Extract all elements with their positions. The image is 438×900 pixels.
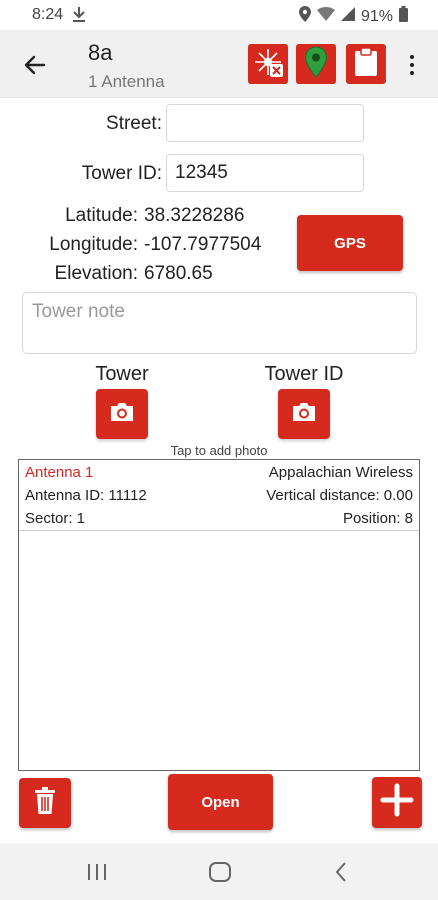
map-pin-button[interactable]	[296, 44, 336, 84]
antenna-sector: Sector: 1	[25, 510, 86, 527]
page-subtitle: 1 Antenna	[88, 72, 165, 91]
battery-percent: 91%	[360, 7, 393, 25]
antenna-name: Antenna 1	[25, 464, 94, 481]
map-pin-icon	[304, 45, 328, 83]
system-nav-bar	[0, 843, 438, 900]
status-time: 8:24	[32, 6, 64, 23]
download-icon	[72, 6, 86, 27]
tower-photo-label: Tower	[95, 363, 149, 385]
tower-id-photo-button[interactable]	[278, 389, 330, 439]
recent-apps-icon[interactable]	[86, 862, 108, 887]
status-bar: 8:24 91%	[0, 0, 438, 30]
open-button[interactable]: Open	[168, 774, 273, 830]
gps-button[interactable]: GPS	[297, 215, 403, 271]
laser-off-button[interactable]	[248, 44, 288, 84]
battery-icon	[399, 6, 408, 27]
tap-to-add-photo-hint: Tap to add photo	[170, 443, 268, 458]
camera-icon	[291, 401, 317, 428]
clipboard-button[interactable]	[346, 44, 386, 84]
antenna-position: Position: 8	[342, 510, 413, 527]
longitude-label: Longitude:	[49, 234, 138, 255]
plus-icon	[380, 783, 414, 822]
home-icon[interactable]	[208, 861, 232, 888]
tower-photo-button[interactable]	[96, 389, 148, 439]
location-icon	[298, 6, 311, 27]
longitude-value: -107.7977504	[144, 234, 262, 255]
signal-icon	[340, 7, 355, 26]
add-antenna-button[interactable]	[372, 777, 422, 828]
tower-id-label: Tower ID:	[81, 163, 162, 184]
list-item[interactable]: Antenna 1 Appalachian Wireless Antenna I…	[19, 460, 419, 531]
latitude-label: Latitude:	[65, 205, 138, 226]
page-title: 8a	[88, 40, 113, 65]
elevation-label: Elevation:	[54, 263, 138, 284]
app-bar: 8a 1 Antenna	[0, 30, 438, 98]
elevation-value: 6780.65	[144, 263, 213, 284]
antenna-id: Antenna ID: 11112	[25, 487, 147, 504]
latitude-value: 38.3228286	[144, 205, 245, 226]
trash-icon	[34, 786, 56, 820]
system-back-icon[interactable]	[334, 861, 348, 888]
clipboard-icon	[353, 46, 379, 82]
overflow-menu-icon[interactable]	[402, 50, 422, 80]
antenna-list: Antenna 1 Appalachian Wireless Antenna I…	[18, 459, 420, 771]
back-arrow-icon[interactable]	[20, 50, 50, 80]
antenna-carrier: Appalachian Wireless	[268, 464, 413, 481]
street-label: Street:	[106, 113, 162, 134]
street-input[interactable]	[166, 104, 364, 142]
delete-button[interactable]	[19, 778, 71, 828]
tower-id-photo-label: Tower ID	[264, 363, 344, 385]
antenna-vertical-distance: Vertical distance: 0.00	[266, 487, 413, 504]
tower-note-input[interactable]: Tower note	[22, 292, 417, 354]
tower-id-input[interactable]: 12345	[166, 154, 364, 192]
wifi-icon	[316, 7, 335, 26]
camera-icon	[109, 401, 135, 428]
laser-off-icon	[252, 46, 284, 83]
